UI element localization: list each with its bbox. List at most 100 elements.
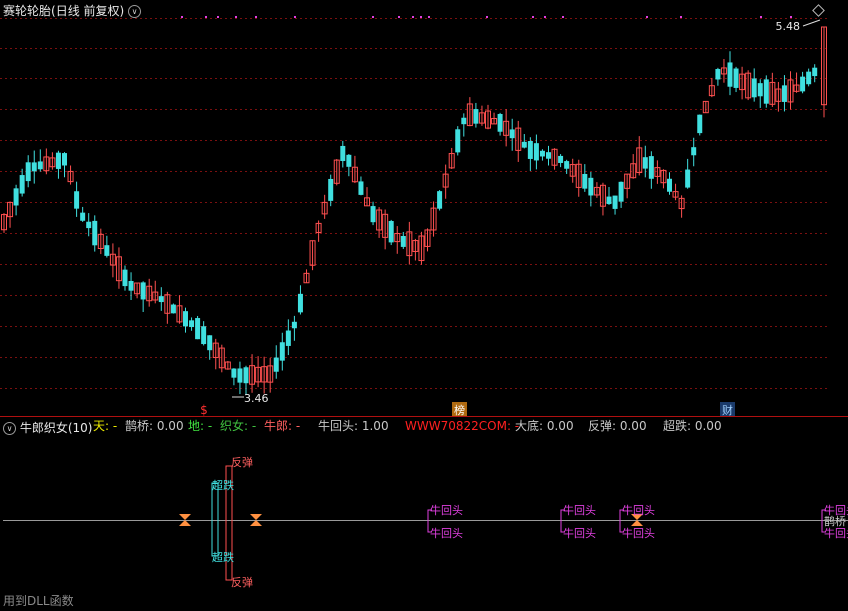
bull-turn-label: 牛回头 [430,526,463,540]
stock-name: 赛轮轮胎 [3,4,52,18]
signal-dot [532,16,534,18]
candle-body [521,141,527,148]
signal-dot [544,16,546,18]
candle-body [25,162,31,182]
candle-body [140,282,146,300]
signal-dot [181,16,183,18]
signal-dot [420,16,422,18]
bowtie-marker [250,514,262,520]
indicator-field: 反弹: 0.00 [588,419,647,433]
indicator-header: ∨ 牛郎织女(10) [3,419,92,436]
candle-body [388,221,394,243]
candle-body [19,175,25,194]
oversold-label: 超跌 [212,550,234,564]
bull-turn-label: 牛回头 [622,526,655,540]
candle-body [74,191,80,209]
chevron-down-icon[interactable]: ∨ [3,422,16,435]
candle-body [612,195,618,209]
candle-body [685,169,691,188]
candle-body [55,152,61,169]
candle-body [667,178,672,192]
candle-body [606,196,612,205]
bull-turn-label: 牛回头 [563,526,596,540]
marker-finance: 财 [722,403,733,417]
bull-turn-label: 牛回头 [824,526,848,540]
low-price-label: 3.46 [244,392,269,405]
oversold-bar [211,482,219,557]
candle-body [558,155,564,163]
candle-body [86,221,92,229]
main-header: 赛轮轮胎(日线 前复权) ∨ [3,2,142,19]
candle-body [648,156,654,179]
candle-body [291,321,297,329]
chevron-down-icon[interactable]: ∨ [128,5,142,18]
indicator-field: 超跌: 0.00 [663,418,722,433]
signal-dot [235,16,237,18]
candle-body [195,318,201,340]
candle-body [31,162,37,172]
indicator-field: 牛回头: 1.00 [318,418,389,433]
signal-dot [412,16,414,18]
signal-dot [217,16,219,18]
candle-body [279,342,285,361]
indicator-title: 牛郎织女(10) [19,421,93,435]
candle-body [207,335,213,351]
candle-body [527,141,533,159]
signal-dot [562,16,564,18]
indicator-field: 牛郎: - [264,418,300,433]
candle-body [346,154,352,167]
candle-body [733,68,739,88]
candle-body [13,188,19,206]
marker-bang: 榜 [454,403,465,417]
signal-dot [486,16,488,18]
candle-body [437,191,443,209]
candle-body [715,69,721,80]
signal-dot [790,16,792,18]
candle-body [80,212,86,221]
candle-body [812,67,818,77]
candle-body [285,330,291,346]
bridge-label: 鹊桥 [824,514,846,528]
candle-body [455,129,461,153]
period-label: (日线 前复权) [51,4,125,18]
footer-note: 用到DLL函数 [3,594,74,608]
candle-body [588,177,594,196]
rebound-label: 反弹 [231,455,253,469]
bull-turn-label: 牛回头 [622,503,655,517]
candle-body [539,150,545,157]
high-pointer [802,19,821,27]
candle-body [170,304,176,314]
chart-canvas: 5.48 3.46 $ 榜 财天: - 鹊桥: 0.00 地: - 织女: - 牛郎: - 牛回头… [0,16,848,589]
candle-body [328,178,334,201]
signal-dot [680,16,682,18]
bowtie-marker [179,514,191,520]
candle-body [564,161,570,169]
candle-body [461,117,467,125]
candle-body [273,357,279,372]
candle-body [727,62,733,87]
indicator-field: 地: - [188,419,212,433]
marker-dollar: $ [200,403,208,417]
candle-body [533,143,539,161]
candle-body [582,173,588,189]
candle-body [237,368,243,383]
signal-dot [428,16,430,18]
stock-chart-window: 5.48 3.46 $ 榜 财天: - 鹊桥: 0.00 地: - 织女: - 牛郎: - 牛回头… [0,0,848,608]
signal-dot [398,16,400,18]
signal-dot [294,16,296,18]
oversold-label: 超跌 [212,478,234,492]
rebound-label: 反弹 [231,575,253,589]
candle-body [497,113,503,132]
candle-body [763,79,769,104]
candle-body [473,109,479,124]
candle-body [231,368,237,378]
indicator-field: 天: - [93,419,117,433]
bull-turn-label: 牛回头 [430,503,463,517]
signal-dot [205,16,207,18]
candle-body [297,293,303,313]
indicator-field: 鹊桥: 0.00 [125,419,184,433]
candle-body [546,152,551,159]
candle-body [92,220,98,246]
signal-dot [255,16,257,18]
signal-dot [372,16,374,18]
